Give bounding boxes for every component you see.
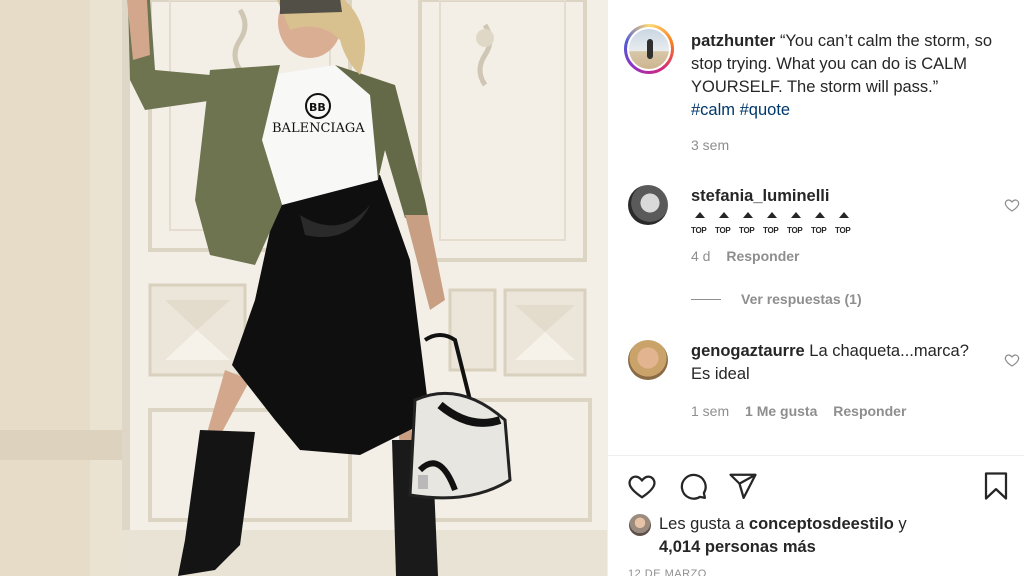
- svg-text:BALENCIAGA: BALENCIAGA: [272, 121, 365, 136]
- reply-button[interactable]: Responder: [833, 403, 906, 419]
- author-avatar[interactable]: [624, 24, 674, 74]
- author-username[interactable]: patzhunter: [691, 32, 775, 50]
- post-details-panel: patzhunter “You can’t calm the storm, so…: [607, 0, 1024, 576]
- reply-button[interactable]: Responder: [726, 248, 799, 264]
- post-caption: patzhunter “You can’t calm the storm, so…: [691, 30, 1021, 122]
- heart-icon[interactable]: [1004, 352, 1020, 368]
- likes-connector: y: [898, 515, 907, 533]
- likes-text: Les gusta a conceptosdeestilo y 4,014 pe…: [659, 513, 999, 559]
- bookmark-icon[interactable]: [981, 471, 1011, 501]
- top-arrow-emoji: TOP: [691, 212, 709, 235]
- likes-prefix: Les gusta a: [659, 515, 745, 533]
- post-photo[interactable]: BALENCIAGA BB: [0, 0, 607, 576]
- fashion-photo-illustration: BALENCIAGA BB: [0, 0, 607, 576]
- top-arrow-emoji: TOP: [787, 212, 805, 235]
- svg-text:BB: BB: [309, 101, 326, 114]
- heart-icon[interactable]: [1004, 197, 1020, 213]
- comment-icon[interactable]: [678, 471, 708, 501]
- top-arrow-emoji: TOP: [835, 212, 853, 235]
- comment-meta: 4 d Responder: [691, 248, 811, 264]
- post-actions-bar: Les gusta a conceptosdeestilo y 4,014 pe…: [608, 455, 1024, 576]
- heart-icon[interactable]: [627, 471, 657, 501]
- likes-count-link[interactable]: 4,014 personas más: [659, 538, 816, 556]
- paper-plane-icon[interactable]: [728, 471, 758, 501]
- top-arrow-emoji: TOP: [715, 212, 733, 235]
- comment-meta: 1 sem 1 Me gusta Responder: [691, 403, 918, 419]
- liker-username[interactable]: conceptosdeestilo: [749, 515, 894, 533]
- commenter-avatar[interactable]: [628, 340, 668, 380]
- hashtag-quote[interactable]: #quote: [740, 101, 790, 119]
- view-replies-label: Ver respuestas (1): [741, 291, 862, 307]
- caption-timestamp[interactable]: 3 sem: [691, 137, 729, 153]
- hashtag-calm[interactable]: #calm: [691, 101, 735, 119]
- comment-username[interactable]: stefania_luminelli: [691, 187, 829, 205]
- post-date[interactable]: 12 DE MARZO: [628, 568, 707, 576]
- top-arrow-emoji: TOP: [739, 212, 757, 235]
- comment-username[interactable]: genogaztaurre: [691, 342, 805, 360]
- liker-avatar[interactable]: [628, 513, 652, 537]
- comment-time[interactable]: 1 sem: [691, 403, 729, 419]
- view-replies-button[interactable]: Ver respuestas (1): [691, 291, 862, 307]
- replies-divider: [691, 298, 721, 300]
- commenter-avatar[interactable]: [628, 185, 668, 225]
- top-arrow-emoji: TOP: [811, 212, 829, 235]
- comment-likes[interactable]: 1 Me gusta: [745, 403, 817, 419]
- comment-time[interactable]: 4 d: [691, 248, 710, 264]
- top-arrow-emoji: TOP: [763, 212, 781, 235]
- top-emoji-row: TOP TOP TOP TOP TOP TOP TOP: [691, 212, 981, 235]
